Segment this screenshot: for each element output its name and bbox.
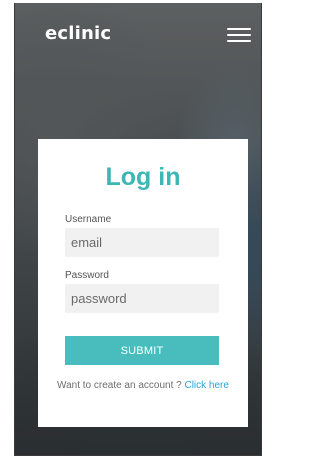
password-label: Password [65, 270, 109, 281]
brand-logo[interactable]: eclinic [45, 23, 111, 44]
hamburger-menu-icon[interactable] [227, 26, 251, 44]
navbar: eclinic [15, 3, 261, 65]
signup-link[interactable]: Click here [184, 380, 228, 391]
username-input[interactable] [65, 228, 219, 257]
signup-text: Want to create an account ? [57, 380, 185, 391]
submit-button[interactable]: SUBMIT [65, 336, 219, 365]
menu-bar [227, 28, 251, 30]
login-card: Log in Username Password SUBMIT Want to … [38, 139, 248, 427]
password-input[interactable] [65, 284, 219, 313]
menu-bar [227, 34, 251, 36]
menu-bar [227, 40, 251, 42]
app-viewport: eclinic Log in Username Password SUBMIT … [14, 3, 262, 456]
signup-prompt: Want to create an account ? Click here [57, 378, 237, 393]
username-label: Username [65, 214, 112, 225]
page-title: Log in [105, 163, 181, 191]
